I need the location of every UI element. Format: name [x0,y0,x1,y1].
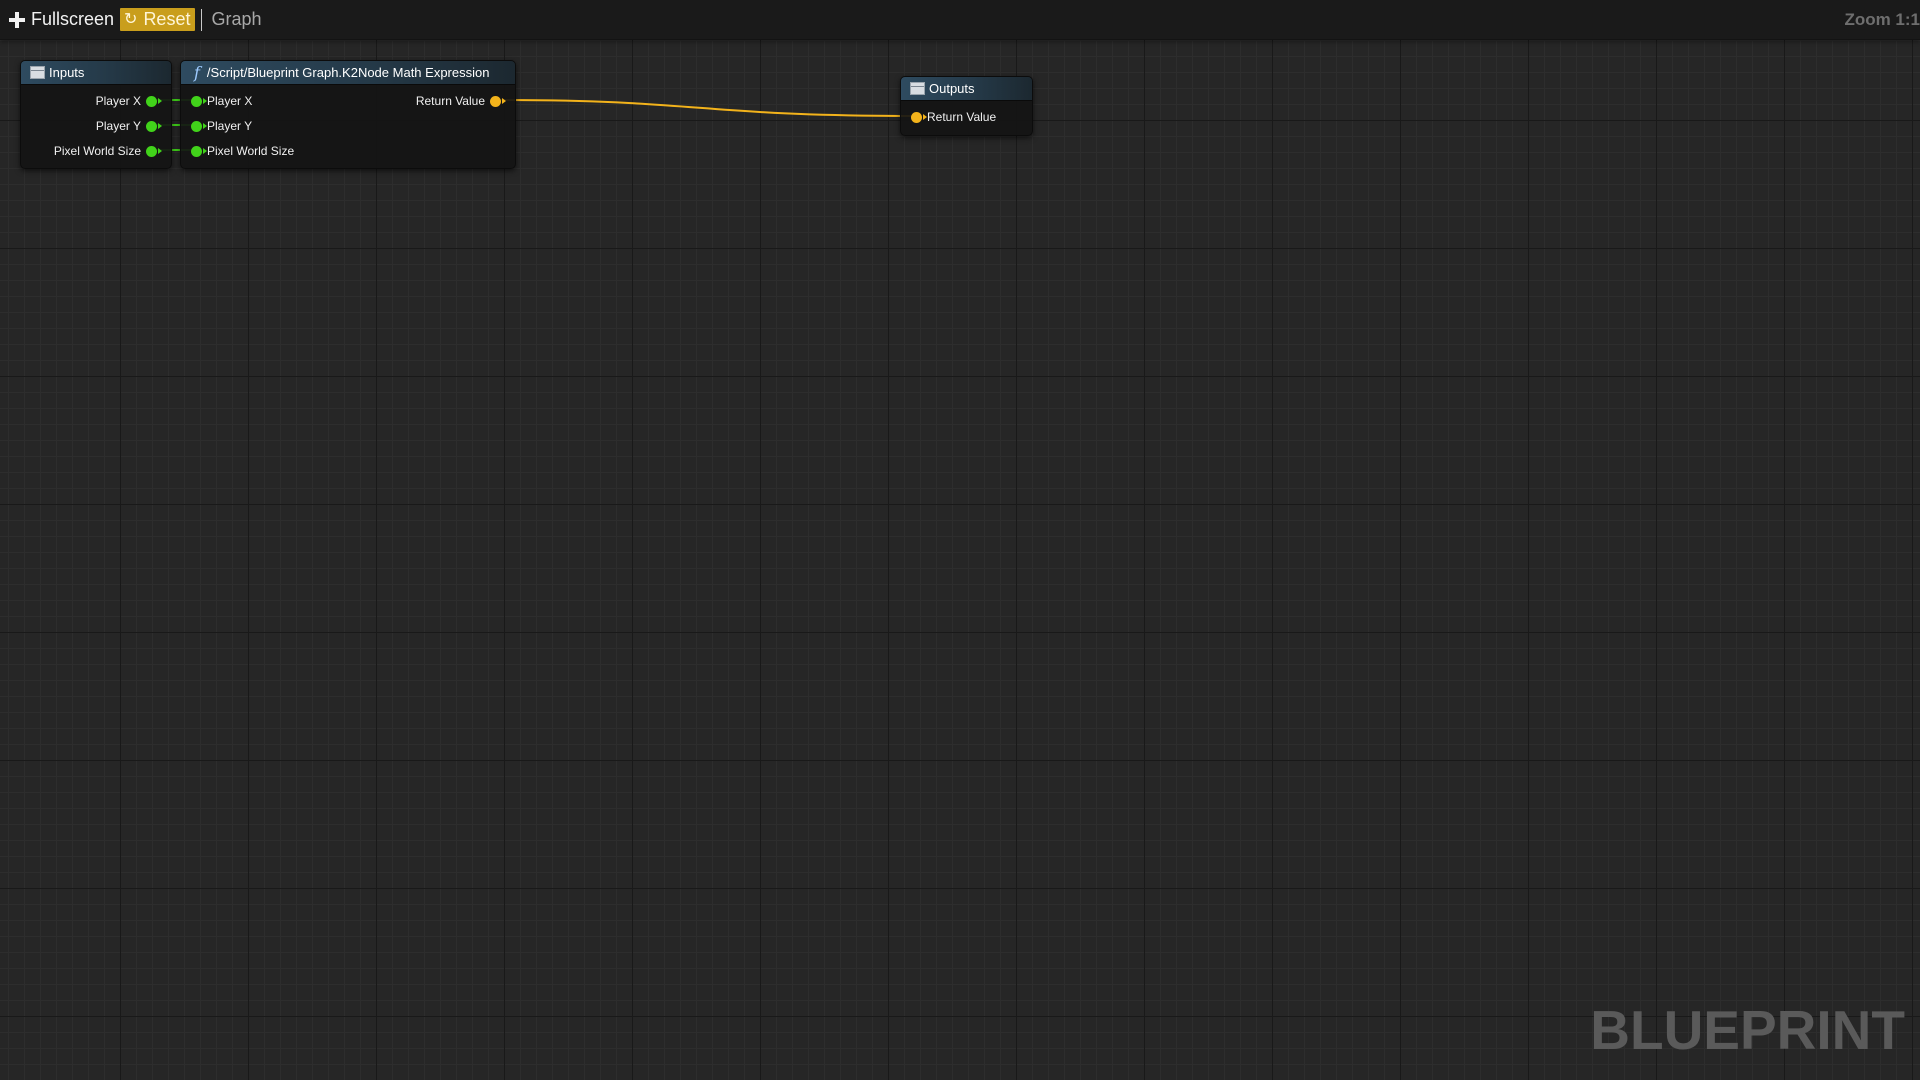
pin-label: Player X [95,94,141,108]
output-pin-player-x[interactable] [146,95,162,107]
pin-row-player-x: Player X [95,92,162,110]
pin-row-player-y: Player Y [95,117,162,135]
math-expression-header[interactable]: f /Script/Blueprint Graph.K2Node Math Ex… [181,61,515,85]
reset-button[interactable]: ↻ Reset [120,8,196,31]
pin-label: Pixel World Size [207,144,295,158]
struct-icon [30,66,45,79]
math-expression-title: /Script/Blueprint Graph.K2Node Math Expr… [206,65,490,80]
wire-return-value [499,99,917,117]
pin-row-player-x: Player X [191,92,252,110]
pin-label: Pixel World Size [53,144,141,158]
input-pin-player-y[interactable] [191,120,207,132]
pin-row-pixel-world-size: Pixel World Size [191,142,294,160]
reset-icon: ↻ [124,10,138,28]
input-pin-pixel-world-size[interactable] [191,145,207,157]
reset-label: Reset [143,9,191,29]
toolbar: Fullscreen ↻ Reset Graph Zoom 1:1 [0,0,1920,40]
outputs-node-header[interactable]: Outputs [901,77,1032,101]
pin-row-return-value: Return Value [911,108,996,126]
inputs-node-title: Inputs [49,65,85,80]
zoom-level: Zoom 1:1 [1844,10,1920,29]
output-pin-pixel-world-size[interactable] [146,145,162,157]
pin-row-player-y: Player Y [191,117,252,135]
fullscreen-label: Fullscreen [31,9,115,29]
pin-row-pixel-world-size: Pixel World Size [53,142,162,160]
pin-row-return-value: Return Value [415,92,506,110]
graph-title: Graph [211,9,262,29]
math-expression-node[interactable]: f /Script/Blueprint Graph.K2Node Math Ex… [180,60,516,169]
fullscreen-icon [9,11,25,28]
pin-label: Player X [207,94,253,108]
pin-label: Return Value [927,110,997,124]
function-icon: f [194,63,200,82]
output-pin-player-y[interactable] [146,120,162,132]
pin-label: Return Value [415,94,485,108]
inputs-node-header[interactable]: Inputs [21,61,171,85]
outputs-node[interactable]: Outputs Return Value [900,76,1033,136]
outputs-node-title: Outputs [929,81,975,96]
input-pin-return-value[interactable] [911,111,927,123]
toolbar-divider [201,8,203,31]
output-pin-return-value[interactable] [490,95,506,107]
pin-label: Player Y [207,119,253,133]
pin-label: Player Y [95,119,141,133]
fullscreen-button[interactable]: Fullscreen [9,9,114,30]
struct-icon [910,82,925,95]
inputs-node[interactable]: Inputs Player X Player Y Pixel World Siz… [20,60,172,169]
input-pin-player-x[interactable] [191,95,207,107]
